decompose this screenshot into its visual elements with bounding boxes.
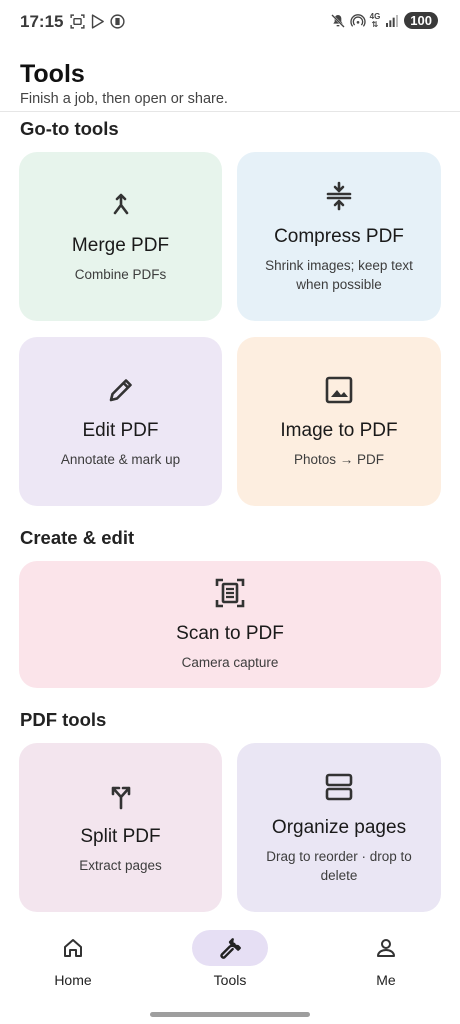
screenshot-icon xyxy=(70,14,85,29)
play-store-icon xyxy=(91,14,104,29)
card-subtitle: Camera capture xyxy=(181,655,279,670)
merge-icon xyxy=(105,189,137,221)
image-icon xyxy=(323,374,355,406)
split-icon xyxy=(105,780,137,812)
status-system-icons: 4G ⇅ 100 xyxy=(330,12,438,29)
merge-pdf-card[interactable]: Merge PDF Combine PDFs xyxy=(19,152,222,321)
section-title-create: Create & edit xyxy=(20,527,135,548)
card-title: Organize pages xyxy=(271,816,407,838)
bottom-navigation: Home Tools Me xyxy=(0,912,460,1024)
card-subtitle: Annotate & mark up xyxy=(60,452,181,467)
nav-item-tools[interactable]: Tools xyxy=(180,930,280,988)
scan-icon xyxy=(214,577,246,609)
battery-badge: 100 xyxy=(404,12,438,29)
card-title: Image to PDF xyxy=(280,420,398,441)
person-icon xyxy=(377,939,395,957)
edit-pdf-card[interactable]: Edit PDF Annotate & mark up xyxy=(19,337,222,506)
home-indicator[interactable] xyxy=(150,1012,310,1017)
card-subtitle: Shrink images; keep text when possible xyxy=(265,257,413,292)
signal-icon xyxy=(386,14,399,27)
nav-item-home[interactable]: Home xyxy=(23,930,123,988)
card-title: Edit PDF xyxy=(82,420,159,441)
status-time: 17:15 xyxy=(20,12,64,31)
nav-label-home: Home xyxy=(54,972,92,988)
wrench-icon xyxy=(220,938,241,959)
home-icon xyxy=(64,939,82,957)
nav-label-tools: Tools xyxy=(213,972,247,988)
nav-label-me: Me xyxy=(376,972,396,988)
pencil-icon xyxy=(105,374,137,406)
card-subtitle: Combine PDFs xyxy=(74,267,167,282)
card-subtitle: Extract pages xyxy=(79,858,162,873)
pages-icon xyxy=(323,771,355,803)
image-to-pdf-card[interactable]: Image to PDF Photos → PDF xyxy=(237,337,441,506)
split-pdf-card[interactable]: Split PDF Extract pages xyxy=(19,743,222,912)
card-title: Compress PDF xyxy=(274,225,404,247)
card-title: Merge PDF xyxy=(71,235,170,256)
card-subtitle: Drag to reorder · drop to delete xyxy=(266,848,412,883)
page-subtitle: Finish a job, then open or share. xyxy=(20,91,228,107)
nav-pill xyxy=(348,930,424,966)
mute-icon xyxy=(330,13,345,28)
scan-to-pdf-card[interactable]: Scan to PDF Camera capture xyxy=(19,561,441,688)
page-title: Tools xyxy=(20,60,85,88)
data-arrows-icon: ⇅ xyxy=(371,19,379,29)
header-divider xyxy=(0,111,460,112)
card-subtitle: Photos → PDF xyxy=(293,452,385,467)
compress-icon xyxy=(323,180,355,212)
section-title-pdf-tools: PDF tools xyxy=(20,709,107,730)
nav-pill-active xyxy=(192,930,268,966)
network-type: 4G ⇅ xyxy=(370,12,381,29)
status-bar: 17:15 4G ⇅ 100 xyxy=(0,0,460,44)
compress-pdf-card[interactable]: Compress PDF Shrink images; keep text wh… xyxy=(237,152,441,321)
status-notification-icons xyxy=(69,13,126,30)
section-title-goto: Go-to tools xyxy=(20,118,119,139)
card-title: Split PDF xyxy=(80,826,161,847)
record-icon xyxy=(110,14,125,29)
nav-item-me[interactable]: Me xyxy=(336,930,436,988)
hotspot-icon xyxy=(349,13,366,27)
nav-pill xyxy=(35,930,111,966)
organize-pages-card[interactable]: Organize pages Drag to reorder · drop to… xyxy=(237,743,441,912)
card-title: Scan to PDF xyxy=(176,623,284,644)
